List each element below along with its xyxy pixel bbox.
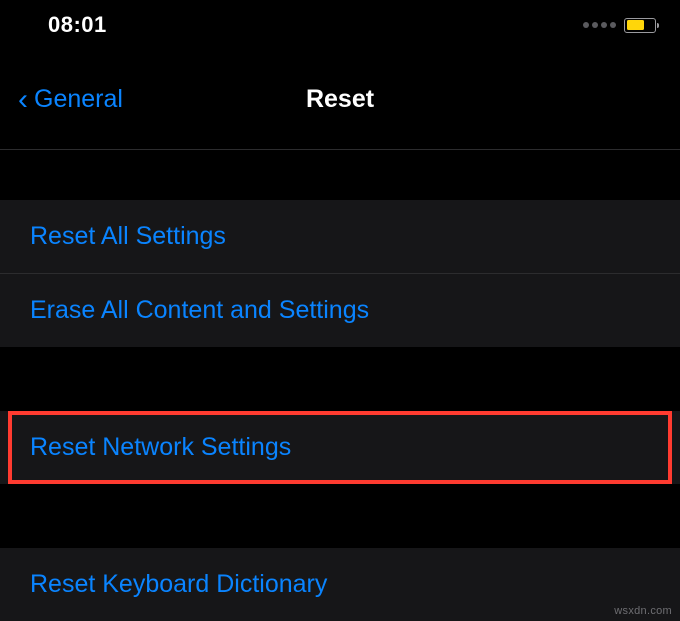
back-button[interactable]: ‹ General <box>18 85 123 115</box>
chevron-left-icon: ‹ <box>18 85 28 115</box>
settings-group-1: Reset All Settings Erase All Content and… <box>0 200 680 347</box>
nav-bar: ‹ General Reset <box>0 50 680 150</box>
signal-dots-icon <box>583 22 616 28</box>
section-spacer <box>0 347 680 411</box>
status-right <box>583 18 656 33</box>
section-spacer <box>0 484 680 548</box>
status-time: 08:01 <box>48 12 107 38</box>
reset-network-settings-row[interactable]: Reset Network Settings <box>0 411 680 484</box>
watermark: wsxdn.com <box>614 605 672 617</box>
back-label: General <box>34 85 123 114</box>
page-title: Reset <box>306 85 374 114</box>
reset-all-settings-row[interactable]: Reset All Settings <box>0 200 680 274</box>
settings-group-3: Reset Keyboard Dictionary <box>0 548 680 621</box>
highlighted-section: Reset Network Settings <box>0 411 680 484</box>
settings-group-2: Reset Network Settings <box>0 411 680 484</box>
section-spacer <box>0 150 680 200</box>
battery-icon <box>624 18 656 33</box>
status-bar: 08:01 <box>0 0 680 50</box>
erase-all-content-row[interactable]: Erase All Content and Settings <box>0 274 680 347</box>
reset-keyboard-dictionary-row[interactable]: Reset Keyboard Dictionary <box>0 548 680 621</box>
